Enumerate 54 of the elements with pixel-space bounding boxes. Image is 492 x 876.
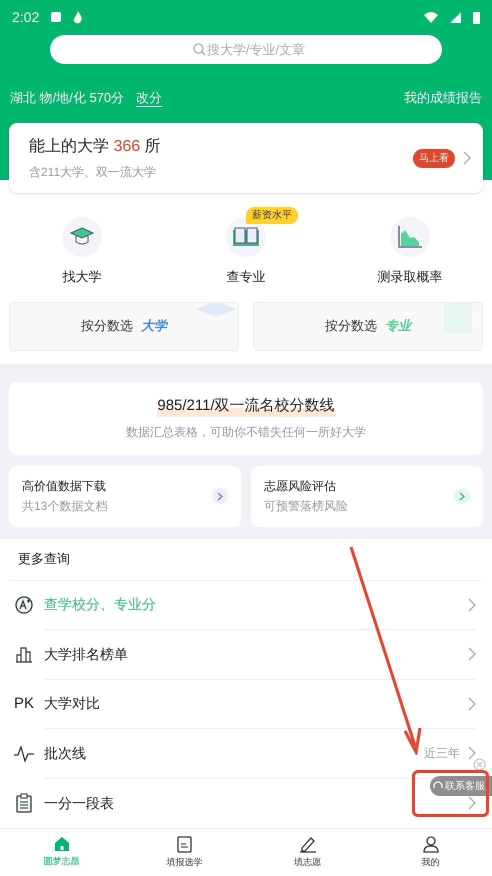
query-note: 近三年 [424,745,460,762]
query-list-item[interactable]: 批次线 [44,742,86,764]
search-icon [193,43,206,56]
nav-tab[interactable]: 填报选学 [123,829,246,876]
query-list-item[interactable]: 一分一段表 [44,792,114,814]
grade-badge-icon [15,596,33,614]
score-info: 湖北 物/地/化 570分 [10,89,124,107]
data-card[interactable]: 高价值数据下载 共13个数据文档 [9,466,241,526]
query-list-item[interactable]: 大学对比 [44,693,100,714]
banner-title: 985/211/双一流名校分数线 [157,394,335,418]
summary-subtitle: 含211大学、双一流大学 [29,164,158,181]
feature-badge: 薪资水平 [246,207,298,224]
section-heading: 更多查询 [18,550,70,568]
chevron-right-icon [468,746,476,760]
chevron-right-icon [468,647,476,662]
card-title: 高价值数据下载 [22,478,107,495]
chevron-right-icon [468,696,476,711]
card-subtitle: 可预警落榜风险 [264,498,349,515]
chevron-right-icon [463,151,471,165]
card-title: 志愿风险评估 [264,478,337,495]
signal-icon [450,12,461,22]
headset-icon [433,781,443,791]
summary-title: 能上的大学 366 所 [29,136,161,157]
query-list-item[interactable]: 大学排名榜单 [44,644,128,665]
feature-label: 测录取概率 [378,268,442,286]
chevron-right-icon [468,598,476,612]
feature-label: 找大学 [62,268,102,286]
open-book-icon [233,227,259,247]
score-filter-button[interactable]: 按分数选 专业 [253,302,483,350]
wifi-icon [424,12,438,22]
data-card[interactable]: 志愿风险评估 可预警落榜风险 [251,466,483,526]
home-icon [54,836,70,852]
banner-subtitle: 数据汇总表格，可助你不错失任何一所好大学 [126,424,366,442]
battery-icon [473,10,480,24]
nav-tab[interactable]: 填志愿 [246,829,369,876]
feature-button[interactable] [390,217,430,257]
status-time: 2:02 [12,8,40,26]
view-now-tag: 马上看 [413,148,455,168]
pencil-icon [298,836,316,853]
score-filter-button[interactable]: 按分数选 大学 [9,302,239,350]
pk-label: PK [14,694,34,714]
card-subtitle: 共13个数据文档 [22,498,108,515]
user-icon [422,836,438,853]
feature-button[interactable] [62,217,102,257]
score-line-banner[interactable]: 985/211/双一流名校分数线 数据汇总表格，可助你不错失任何一所好大学 [9,382,483,454]
chevron-right-icon [468,796,476,810]
nav-tab[interactable]: 我的 [369,829,492,876]
summary-card[interactable]: 能上的大学 366 所 含211大学、双一流大学 马上看 [9,123,483,193]
search-field[interactable]: 搜大学/专业/文章 [50,35,442,64]
bar-chart-icon [15,646,33,664]
feature-label: 查专业 [226,268,266,286]
clipboard-icon [16,793,32,814]
pulse-line-icon [14,746,34,762]
area-chart-icon [398,226,422,248]
